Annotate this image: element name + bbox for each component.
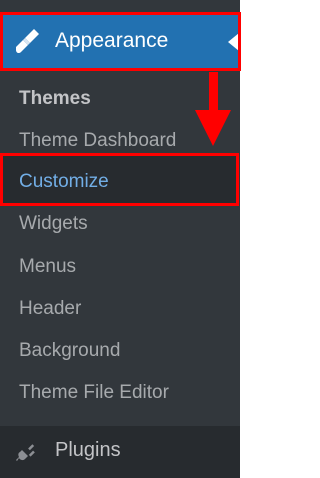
appearance-label: Appearance (55, 29, 169, 52)
paintbrush-icon (16, 29, 39, 54)
submenu-item-header[interactable]: Header (19, 297, 81, 321)
current-menu-notch (228, 33, 239, 51)
annotation-arrow-shaft (209, 72, 218, 114)
submenu-item-customize[interactable]: Customize (19, 170, 109, 194)
submenu-item-widgets[interactable]: Widgets (19, 212, 88, 236)
annotation-arrow-head (195, 110, 231, 146)
admin-sidebar (0, 0, 240, 478)
submenu-item-theme-file-editor[interactable]: Theme File Editor (19, 381, 169, 405)
plugins-label: Plugins (55, 439, 121, 461)
submenu-title-themes[interactable]: Themes (19, 87, 91, 111)
submenu-item-theme-dashboard[interactable]: Theme Dashboard (19, 129, 176, 153)
submenu-item-background[interactable]: Background (19, 339, 120, 363)
submenu-item-menus[interactable]: Menus (19, 255, 76, 279)
plug-icon (16, 444, 35, 461)
